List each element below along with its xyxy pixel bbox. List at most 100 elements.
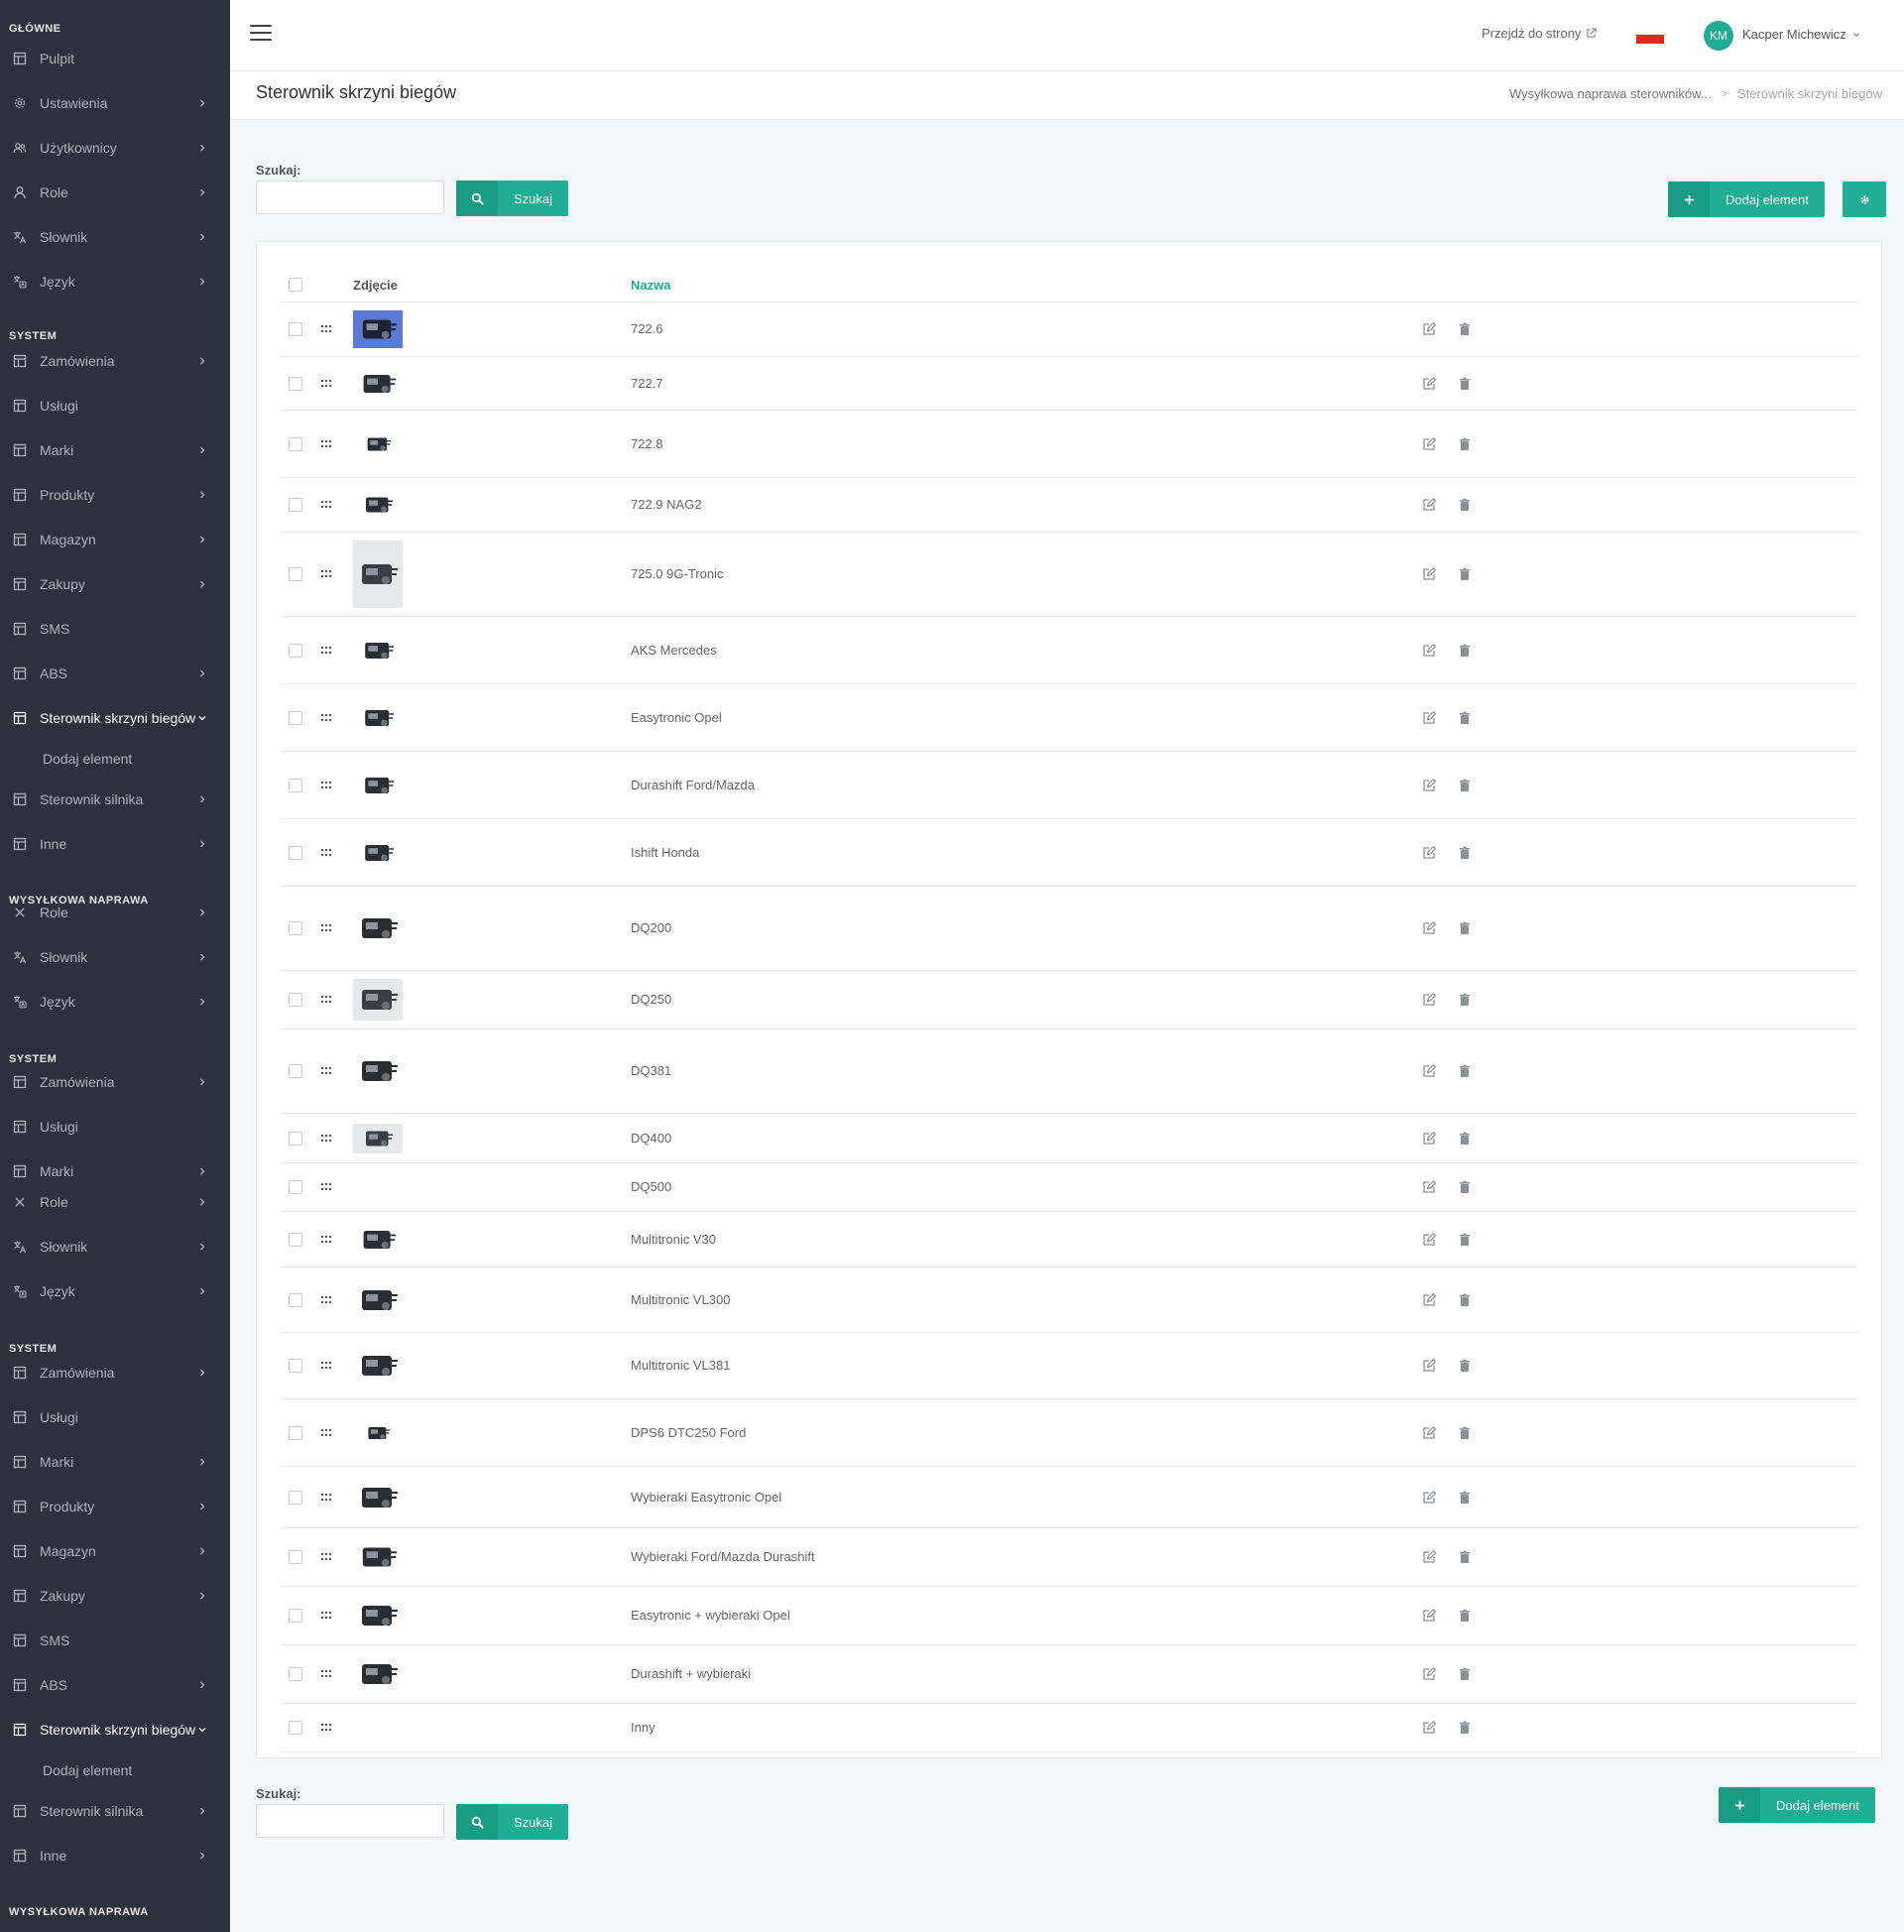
sidebar-item-slownik[interactable]: Słownik xyxy=(0,945,230,969)
edit-icon[interactable] xyxy=(1421,1720,1437,1736)
sidebar-item-uslugi[interactable]: Usługi xyxy=(0,1405,230,1429)
drag-handle-icon[interactable] xyxy=(321,996,333,1004)
drag-handle-icon[interactable] xyxy=(321,1235,333,1244)
trash-icon[interactable] xyxy=(1457,920,1473,936)
sidebar-item-zamowienia[interactable]: Zamówienia xyxy=(0,1070,230,1094)
product-thumbnail[interactable] xyxy=(353,1596,403,1635)
breadcrumb-parent[interactable]: Wysyłkowa naprawa sterowników... xyxy=(1509,86,1712,101)
row-name[interactable]: 722.6 xyxy=(631,321,663,336)
drag-handle-icon[interactable] xyxy=(321,646,333,655)
trash-icon[interactable] xyxy=(1457,1292,1473,1308)
row-checkbox[interactable] xyxy=(289,1550,302,1564)
sidebar-item-role[interactable]: Role xyxy=(0,181,230,204)
row-name[interactable]: Durashift + wybieraki xyxy=(631,1666,751,1681)
trash-icon[interactable] xyxy=(1457,436,1473,452)
drag-handle-icon[interactable] xyxy=(321,1134,333,1143)
drag-handle-icon[interactable] xyxy=(321,713,333,722)
row-checkbox[interactable] xyxy=(289,1425,302,1440)
trash-icon[interactable] xyxy=(1457,1179,1473,1195)
row-checkbox[interactable] xyxy=(289,710,302,725)
product-thumbnail[interactable] xyxy=(353,898,403,959)
product-thumbnail[interactable] xyxy=(353,836,403,869)
sidebar-item-zakupy[interactable]: Zakupy xyxy=(0,1584,230,1608)
product-thumbnail[interactable] xyxy=(353,430,403,457)
search-input-bottom[interactable] xyxy=(256,1804,444,1838)
trash-icon[interactable] xyxy=(1457,992,1473,1008)
product-thumbnail[interactable] xyxy=(353,310,403,348)
trash-icon[interactable] xyxy=(1457,1425,1473,1441)
sidebar-item-sms[interactable]: SMS xyxy=(0,617,230,641)
edit-icon[interactable] xyxy=(1421,1608,1437,1624)
sidebar-item-slownik[interactable]: Słownik xyxy=(0,1235,230,1259)
product-thumbnail[interactable] xyxy=(353,634,403,666)
search-input[interactable] xyxy=(256,181,444,214)
search-button[interactable]: Szukaj xyxy=(456,181,569,216)
drag-handle-icon[interactable] xyxy=(321,1612,333,1620)
row-checkbox[interactable] xyxy=(289,436,302,451)
sidebar-item-marki[interactable]: Marki xyxy=(0,438,230,462)
sidebar-item-sterownik-silnika[interactable]: Sterownik silnika xyxy=(0,787,230,811)
column-header-name[interactable]: Nazwa xyxy=(631,278,670,293)
search-button-bottom[interactable]: Szukaj xyxy=(456,1804,569,1840)
edit-icon[interactable] xyxy=(1421,1179,1437,1195)
drag-handle-icon[interactable] xyxy=(321,848,333,857)
sidebar-item-produkty[interactable]: Produkty xyxy=(0,1495,230,1518)
trash-icon[interactable] xyxy=(1457,643,1473,659)
edit-icon[interactable] xyxy=(1421,1063,1437,1079)
edit-icon[interactable] xyxy=(1421,1425,1437,1441)
row-name[interactable]: 722.9 NAG2 xyxy=(631,497,702,512)
edit-icon[interactable] xyxy=(1421,1549,1437,1565)
sidebar-item-jezyk[interactable]: Język xyxy=(0,990,230,1014)
trash-icon[interactable] xyxy=(1457,1063,1473,1079)
sidebar-item-magazyn[interactable]: Magazyn xyxy=(0,528,230,551)
sidebar-item-jezyk[interactable]: Język xyxy=(0,270,230,294)
row-name[interactable]: Ishift Honda xyxy=(631,845,699,860)
trash-icon[interactable] xyxy=(1457,1608,1473,1624)
trash-icon[interactable] xyxy=(1457,1549,1473,1565)
drag-handle-icon[interactable] xyxy=(321,1724,333,1732)
row-checkbox[interactable] xyxy=(289,1064,302,1078)
drag-handle-icon[interactable] xyxy=(321,781,333,789)
row-name[interactable]: Easytronic Opel xyxy=(631,710,722,725)
drag-handle-icon[interactable] xyxy=(321,439,333,448)
row-checkbox[interactable] xyxy=(289,921,302,935)
row-name[interactable]: Wybieraki Ford/Mazda Durashift xyxy=(631,1549,815,1564)
sidebar-item-pulpit[interactable]: Pulpit xyxy=(0,47,230,70)
drag-handle-icon[interactable] xyxy=(321,1295,333,1304)
product-thumbnail[interactable] xyxy=(353,701,403,734)
drag-handle-icon[interactable] xyxy=(321,1362,333,1370)
avatar[interactable]: KM xyxy=(1704,21,1733,51)
row-name[interactable]: Easytronic + wybieraki Opel xyxy=(631,1608,790,1623)
drag-handle-icon[interactable] xyxy=(321,325,333,333)
sidebar-item-magazyn[interactable]: Magazyn xyxy=(0,1539,230,1563)
row-checkbox[interactable] xyxy=(289,567,302,581)
trash-icon[interactable] xyxy=(1457,1358,1473,1374)
row-name[interactable]: Durashift Ford/Mazda xyxy=(631,778,755,792)
sidebar-item-marki[interactable]: Marki xyxy=(0,1450,230,1474)
sidebar-item-uzytkownicy[interactable]: Użytkownicy xyxy=(0,136,230,160)
product-thumbnail[interactable] xyxy=(353,1341,403,1390)
drag-handle-icon[interactable] xyxy=(321,1493,333,1502)
trash-icon[interactable] xyxy=(1457,376,1473,392)
add-element-button-bottom[interactable]: Dodaj element xyxy=(1719,1787,1875,1823)
row-name[interactable]: Multitronic VL300 xyxy=(631,1292,730,1307)
drag-handle-icon[interactable] xyxy=(321,1183,333,1191)
sidebar-item-slownik[interactable]: Słownik xyxy=(0,225,230,249)
edit-icon[interactable] xyxy=(1421,778,1437,793)
edit-icon[interactable] xyxy=(1421,920,1437,936)
edit-icon[interactable] xyxy=(1421,845,1437,861)
row-checkbox[interactable] xyxy=(289,1232,302,1247)
row-name[interactable]: DQ200 xyxy=(631,920,671,935)
row-checkbox[interactable] xyxy=(289,1667,302,1681)
sidebar-item-sterownik-skrzyni-biegow[interactable]: Sterownik skrzyni biegów xyxy=(0,706,230,730)
trash-icon[interactable] xyxy=(1457,497,1473,513)
edit-icon[interactable] xyxy=(1421,1232,1437,1248)
trash-icon[interactable] xyxy=(1457,1131,1473,1147)
row-checkbox[interactable] xyxy=(289,1609,302,1623)
product-thumbnail[interactable] xyxy=(353,1653,403,1695)
row-name[interactable]: AKS Mercedes xyxy=(631,643,717,658)
sidebar-item-sms[interactable]: SMS xyxy=(0,1629,230,1652)
edit-icon[interactable] xyxy=(1421,497,1437,513)
row-name[interactable]: 725.0 9G-Tronic xyxy=(631,566,723,581)
product-thumbnail[interactable] xyxy=(353,1123,403,1153)
